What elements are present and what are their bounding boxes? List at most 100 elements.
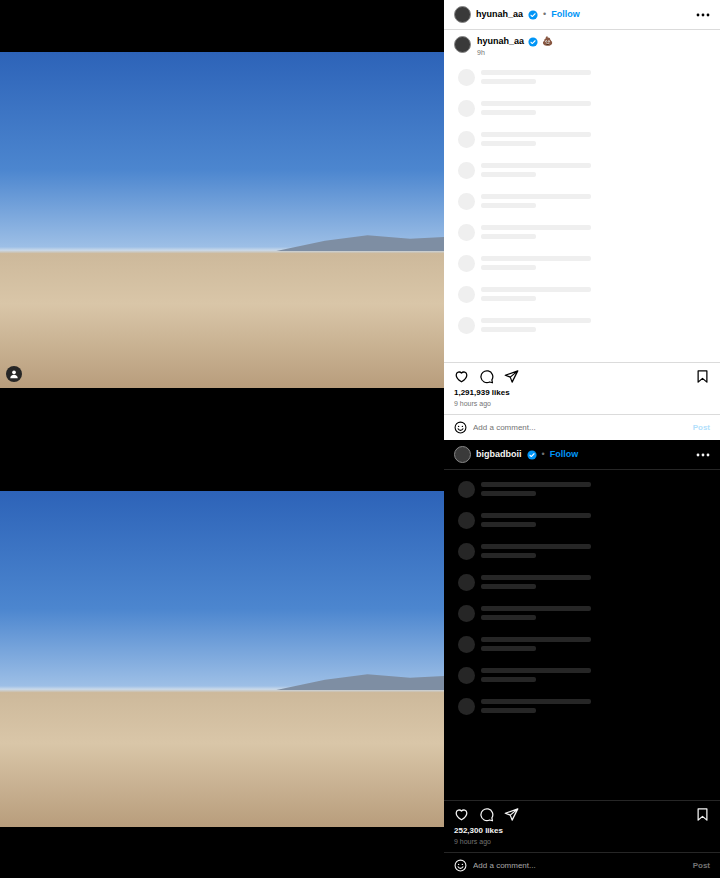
post-button-state: Post (693, 422, 710, 434)
skeleton-lines (481, 544, 591, 558)
skeleton-line (481, 553, 536, 558)
skeleton-line (481, 234, 536, 239)
skeleton-line (481, 615, 536, 620)
emoji-icon[interactable] (454, 859, 467, 872)
skeleton-line (481, 79, 536, 84)
skeleton-avatar (458, 481, 475, 498)
skeleton-lines (481, 225, 591, 239)
skeleton-line (481, 699, 591, 704)
skeleton-line (481, 318, 591, 323)
skeleton-lines (481, 70, 591, 84)
skeleton-avatar (458, 636, 475, 653)
skeleton-lines (481, 194, 591, 208)
verified-badge-icon (527, 450, 537, 460)
comment-skeleton-row (458, 161, 706, 179)
skeleton-line (481, 101, 591, 106)
instagram-post: bigbadboii•Follow252,300 likes9 hours ag… (0, 440, 720, 878)
more-button[interactable] (696, 13, 710, 17)
skeleton-line (481, 482, 591, 487)
skeleton-line (481, 265, 536, 270)
comment-input[interactable] (473, 860, 687, 872)
skeleton-avatar (458, 69, 475, 86)
skeleton-lines (481, 101, 591, 115)
comment-icon[interactable] (479, 807, 494, 822)
more-button[interactable] (696, 453, 710, 457)
comment-input[interactable] (473, 422, 687, 434)
action-bar (444, 362, 720, 388)
comment-skeleton-row (458, 480, 706, 498)
comment-skeleton-row (458, 130, 706, 148)
skeleton-avatar (458, 605, 475, 622)
bookmark-icon[interactable] (695, 369, 710, 384)
follow-button[interactable]: Follow (551, 8, 580, 22)
skeleton-line (481, 575, 591, 580)
separator: • (543, 8, 546, 22)
post-button[interactable]: Post (693, 860, 710, 872)
avatar-icon[interactable] (454, 446, 471, 463)
post-button[interactable]: Post (693, 422, 710, 434)
mountain-shape (274, 233, 444, 251)
heart-icon[interactable] (454, 369, 469, 384)
skeleton-line (481, 513, 591, 518)
comment-bar: Post (444, 852, 720, 878)
skeleton-lines (481, 637, 591, 651)
instagram-post: hyunah_aa • Follow hyunah_aa💩9h 1,291,939 li… (0, 0, 720, 440)
skeleton-lines (481, 163, 591, 177)
skeleton-line (481, 327, 536, 332)
post-photo[interactable] (0, 52, 444, 388)
username[interactable]: hyunah_aa (476, 8, 523, 22)
bookmark-icon[interactable] (695, 807, 710, 822)
username[interactable]: bigbadboii (476, 448, 522, 462)
skeleton-line (481, 522, 536, 527)
follow-button[interactable]: Follow (550, 448, 579, 462)
skeleton-avatar (458, 543, 475, 560)
skeleton-line (481, 70, 591, 75)
skeleton-line (481, 203, 536, 208)
skeleton-avatar (458, 100, 475, 117)
share-icon[interactable] (504, 369, 519, 384)
skeleton-line (481, 225, 591, 230)
skeleton-line (481, 677, 536, 682)
comment-bar: Post (444, 414, 720, 440)
comment-icon[interactable] (479, 369, 494, 384)
skeleton-avatar (458, 512, 475, 529)
skeleton-lines (481, 287, 591, 301)
likes-count[interactable]: 252,300 likes (444, 826, 720, 836)
heart-icon[interactable] (454, 807, 469, 822)
caption-line: hyunah_aa💩 (477, 36, 553, 48)
comment-skeleton-row (458, 666, 706, 684)
skeleton-avatar (458, 255, 475, 272)
post-side-panel: bigbadboii•Follow252,300 likes9 hours ag… (444, 440, 720, 878)
person-icon (9, 369, 19, 379)
skeleton-line (481, 646, 536, 651)
caption-body: hyunah_aa💩9h (477, 36, 553, 58)
post-header: hyunah_aa • Follow (444, 0, 720, 30)
emoji-icon[interactable] (454, 421, 467, 434)
skeleton-line (481, 637, 591, 642)
caption: hyunah_aa💩9h (444, 30, 720, 58)
post-photo[interactable] (0, 491, 444, 827)
share-icon[interactable] (504, 807, 519, 822)
caption-username[interactable]: hyunah_aa (477, 36, 524, 48)
skeleton-avatar (458, 667, 475, 684)
skeleton-lines (481, 699, 591, 713)
skeleton-line (481, 132, 591, 137)
skeleton-avatar (458, 224, 475, 241)
avatar-icon[interactable] (454, 36, 471, 53)
post-header: bigbadboii•Follow (444, 440, 720, 470)
user-tag-button[interactable] (6, 366, 22, 382)
skeleton-line (481, 296, 536, 301)
skeleton-avatar (458, 317, 475, 334)
likes-count[interactable]: 1,291,939 likes (444, 388, 720, 398)
skeleton-lines (481, 482, 591, 496)
skeleton-lines (481, 575, 591, 589)
skeleton-line (481, 606, 591, 611)
comment-skeleton-list (444, 470, 720, 800)
skeleton-avatar (458, 574, 475, 591)
post-time: 9 hours ago (444, 398, 720, 414)
avatar-icon[interactable] (454, 6, 471, 23)
skeleton-line (481, 544, 591, 549)
skeleton-line (481, 141, 536, 146)
skeleton-lines (481, 256, 591, 270)
skeleton-lines (481, 318, 591, 332)
